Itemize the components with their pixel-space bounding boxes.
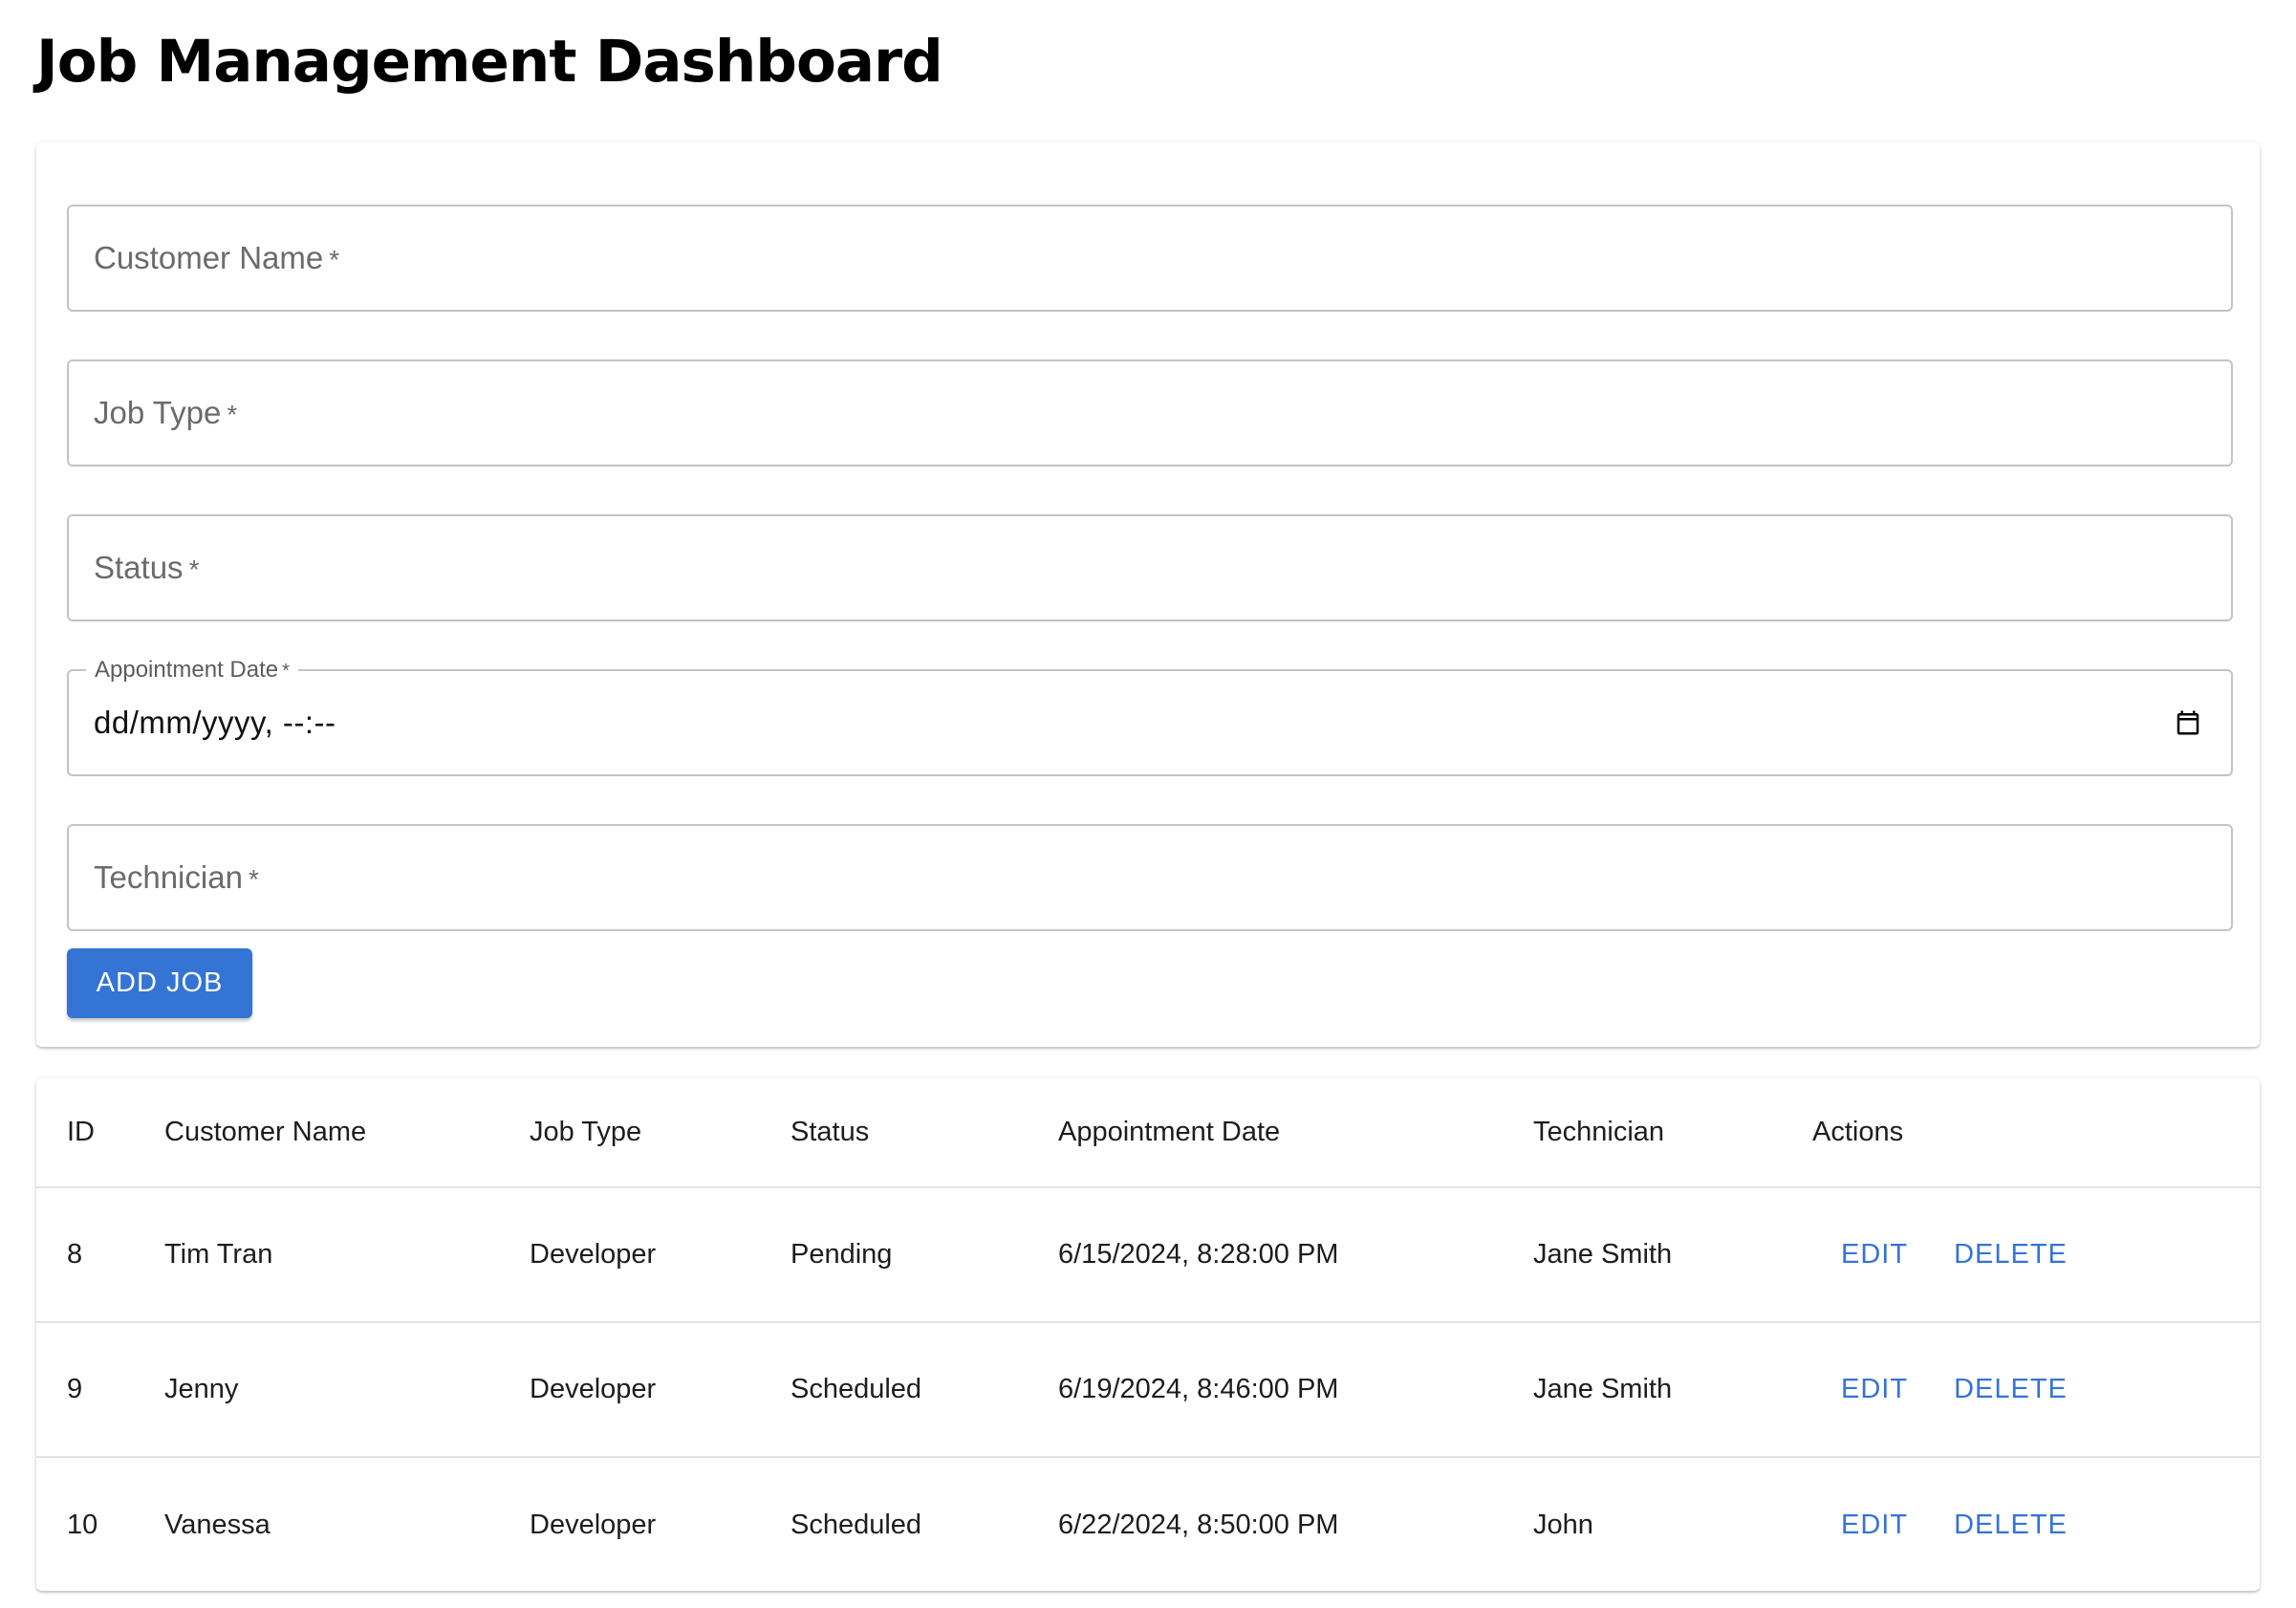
- header-customer-name: Customer Name: [164, 1078, 530, 1188]
- delete-button[interactable]: DELETE: [1954, 1510, 2068, 1541]
- cell-job-type: Developer: [530, 1509, 657, 1540]
- header-technician: Technician: [1533, 1078, 1812, 1188]
- cell-status: Scheduled: [791, 1509, 922, 1540]
- job-type-field[interactable]: Job Type *: [67, 359, 2233, 467]
- cell-actions: EDIT DELETE: [1812, 1457, 2260, 1591]
- table-row: 9 Jenny Developer Scheduled 6/19/2024, 8…: [36, 1322, 2260, 1458]
- cell-job-type: Developer: [530, 1187, 791, 1323]
- header-appointment-date: Appointment Date: [1058, 1078, 1533, 1188]
- cell-technician: Jane Smith: [1533, 1322, 1812, 1458]
- header-actions: Actions: [1812, 1078, 2260, 1188]
- header-job-type: Job Type: [530, 1078, 791, 1188]
- edit-button[interactable]: EDIT: [1841, 1374, 1908, 1405]
- table-header-row: ID Customer Name Job Type Status Appoint…: [36, 1078, 2260, 1188]
- edit-button[interactable]: EDIT: [1841, 1239, 1908, 1271]
- technician-input[interactable]: [69, 826, 2231, 929]
- status-field[interactable]: Status *: [67, 514, 2233, 621]
- cell-customer-name: Vanessa: [164, 1509, 271, 1540]
- cell-id: 8: [36, 1187, 164, 1323]
- cell-actions: EDIT DELETE: [1812, 1322, 2260, 1458]
- status-input[interactable]: [69, 516, 2231, 619]
- customer-name-input[interactable]: [69, 206, 2231, 310]
- table-row: 10 Vanessa Developer Scheduled 6/22/2024…: [36, 1457, 2260, 1591]
- appointment-date-field[interactable]: Appointment Date * dd/mm/yyyy, --:--: [67, 657, 2233, 776]
- page-title: Job Management Dashboard: [36, 28, 943, 96]
- cell-customer-name: Tim Tran: [164, 1187, 530, 1323]
- cell-technician: John: [1533, 1509, 1593, 1540]
- customer-name-field[interactable]: Customer Name *: [67, 205, 2233, 312]
- table-row: 8 Tim Tran Developer Pending 6/15/2024, …: [36, 1187, 2260, 1323]
- cell-technician: Jane Smith: [1533, 1187, 1812, 1323]
- delete-button[interactable]: DELETE: [1954, 1239, 2068, 1271]
- cell-id: 10: [67, 1509, 98, 1540]
- cell-appointment-date: 6/15/2024, 8:28:00 PM: [1058, 1187, 1533, 1323]
- appointment-date-label: Appointment Date *: [86, 657, 298, 684]
- job-form-card: Customer Name * Job Type * Status * Appoint…: [36, 142, 2260, 1047]
- add-job-button[interactable]: ADD JOB: [67, 948, 252, 1018]
- cell-status: Pending: [791, 1187, 1058, 1323]
- header-id: ID: [36, 1078, 164, 1188]
- job-type-input[interactable]: [69, 361, 2231, 465]
- technician-field[interactable]: Technician *: [67, 824, 2233, 931]
- cell-status: Scheduled: [791, 1322, 1058, 1458]
- cell-customer-name: Jenny: [164, 1322, 530, 1458]
- cell-appointment-date: 6/22/2024, 8:50:00 PM: [1058, 1509, 1339, 1540]
- cell-id: 9: [36, 1322, 164, 1458]
- cell-appointment-date: 6/19/2024, 8:46:00 PM: [1058, 1322, 1533, 1458]
- jobs-table: ID Customer Name Job Type Status Appoint…: [36, 1078, 2260, 1591]
- jobs-table-card: ID Customer Name Job Type Status Appoint…: [36, 1078, 2260, 1591]
- appointment-date-input[interactable]: dd/mm/yyyy, --:--: [94, 705, 336, 741]
- calendar-icon[interactable]: [2174, 708, 2202, 737]
- edit-button[interactable]: EDIT: [1841, 1510, 1908, 1541]
- cell-job-type: Developer: [530, 1322, 791, 1458]
- cell-actions: EDIT DELETE: [1812, 1187, 2260, 1323]
- header-status: Status: [791, 1078, 1058, 1188]
- delete-button[interactable]: DELETE: [1954, 1374, 2068, 1405]
